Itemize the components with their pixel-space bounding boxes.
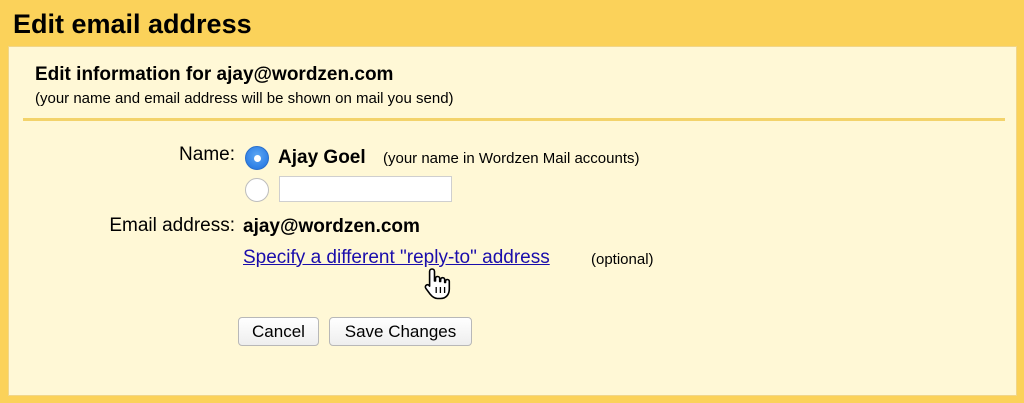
reply-to-optional-hint: (optional): [591, 251, 654, 268]
name-label: Name:: [179, 144, 235, 165]
name-option-default-label: Ajay Goel: [278, 147, 366, 168]
name-radio-custom[interactable]: [245, 178, 269, 202]
reply-to-link[interactable]: Specify a different "reply-to" address: [243, 247, 550, 269]
header-divider: [23, 118, 1005, 121]
cancel-button[interactable]: Cancel: [238, 317, 319, 346]
save-changes-button[interactable]: Save Changes: [329, 317, 472, 346]
email-value: ajay@wordzen.com: [243, 216, 420, 237]
hand-pointer-icon: [424, 268, 451, 300]
header-title: Edit information for ajay@wordzen.com: [35, 64, 394, 85]
dialog-title: Edit email address: [13, 9, 252, 39]
email-label: Email address:: [109, 215, 235, 236]
custom-name-input[interactable]: [279, 176, 452, 202]
name-option-default-hint: (your name in Wordzen Mail accounts): [383, 150, 640, 167]
edit-email-panel: Edit information for ajay@wordzen.com (y…: [8, 46, 1017, 396]
header-subtitle: (your name and email address will be sho…: [35, 90, 454, 107]
name-radio-default[interactable]: [245, 146, 269, 170]
